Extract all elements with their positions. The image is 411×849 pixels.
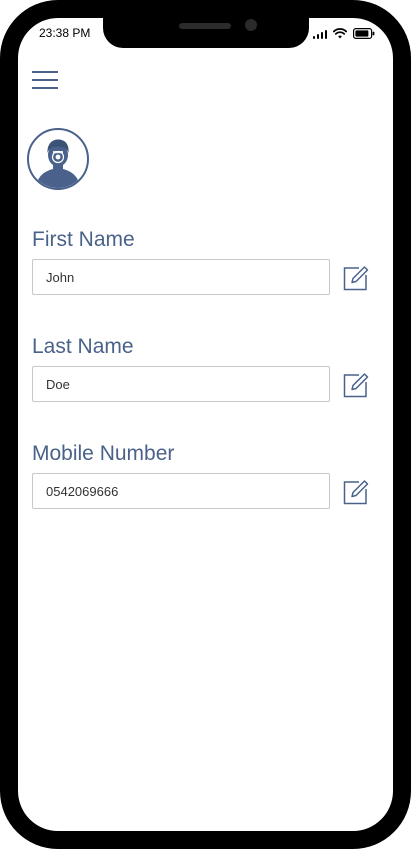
edit-first-name-icon[interactable] <box>343 265 369 291</box>
battery-icon <box>353 28 375 39</box>
first-name-input[interactable] <box>32 259 330 295</box>
speaker-grille <box>179 23 231 29</box>
screen: 23:38 PM First Name John Last Name Doe M… <box>18 18 393 831</box>
front-camera <box>245 19 257 31</box>
status-time: 23:38 PM <box>39 26 91 40</box>
mobile-number-label: Mobile Number <box>32 442 175 465</box>
person-silhouette-icon <box>36 139 80 188</box>
hamburger-menu-icon[interactable] <box>32 70 58 90</box>
last-name-label: Last Name <box>32 335 134 358</box>
last-name-input[interactable] <box>32 366 330 402</box>
cellular-signal-icon <box>312 29 327 39</box>
first-name-label: First Name <box>32 228 135 251</box>
mobile-number-input[interactable] <box>32 473 330 509</box>
phone-frame: 23:38 PM First Name John Last Name Doe M… <box>0 0 411 849</box>
notch <box>103 18 309 48</box>
wifi-icon <box>333 28 347 39</box>
edit-mobile-number-icon[interactable] <box>343 479 369 505</box>
edit-last-name-icon[interactable] <box>343 372 369 398</box>
status-icons <box>312 27 376 39</box>
user-avatar-icon <box>27 128 89 190</box>
